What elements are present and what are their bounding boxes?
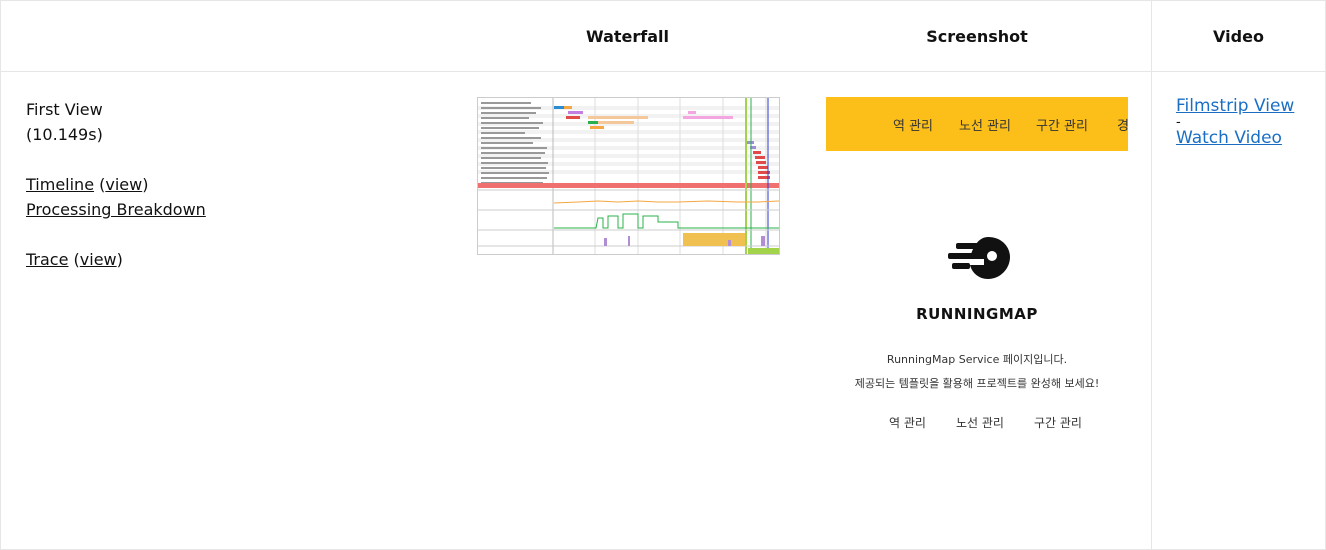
- video-cell: Filmstrip View - Watch Video: [1176, 97, 1294, 148]
- screenshot-nav-item: 노선 관리: [959, 119, 1011, 134]
- processing-breakdown-link[interactable]: Processing Breakdown: [26, 200, 206, 219]
- timeline-view-link[interactable]: view: [105, 175, 142, 194]
- run-label: First View: [26, 100, 103, 119]
- trace-link[interactable]: Trace: [26, 250, 68, 269]
- screenshot-nav-bar: 역 관리 노선 관리 구간 관리 경: [826, 97, 1128, 151]
- waterfall-thumbnail[interactable]: [477, 97, 780, 255]
- run-load-time: (10.149s): [26, 125, 103, 144]
- video-column-header: Video: [1213, 27, 1264, 46]
- run-info-cell: First View (10.149s) Timeline (view) Pro…: [26, 97, 206, 272]
- timeline-link[interactable]: Timeline: [26, 175, 94, 194]
- runningmap-logo-icon: [948, 237, 1010, 279]
- results-table: Waterfall Screenshot Video First View (1…: [0, 0, 1326, 550]
- screenshot-logo-text: RUNNINGMAP: [916, 305, 1038, 323]
- trace-view-link[interactable]: view: [80, 250, 117, 269]
- trace-line: Trace (view): [26, 250, 123, 269]
- screenshot-link: 노선 관리: [956, 416, 1004, 430]
- screenshot-nav-item: 역 관리: [893, 119, 934, 134]
- screenshot-link: 역 관리: [889, 416, 926, 430]
- table-header-row: Waterfall Screenshot Video: [1, 1, 1325, 72]
- processing-line: Processing Breakdown: [26, 197, 206, 222]
- page-screenshot[interactable]: 역 관리 노선 관리 구간 관리 경 RUNNINGMAP RunningMap…: [826, 97, 1128, 509]
- screenshot-description: 제공되는 템플릿을 활용해 프로젝트를 완성해 보세요!: [854, 377, 1100, 390]
- waterfall-chart-image: [478, 98, 779, 254]
- timeline-line: Timeline (view): [26, 175, 149, 194]
- screenshot-column-header: Screenshot: [926, 27, 1028, 46]
- screenshot-nav-item: 구간 관리: [1036, 119, 1088, 134]
- screenshot-nav-item: 경: [1117, 119, 1128, 134]
- waterfall-column-header: Waterfall: [586, 27, 669, 46]
- screenshot-description: RunningMap Service 페이지입니다.: [886, 353, 1068, 366]
- screenshot-link: 구간 관리: [1034, 416, 1082, 430]
- column-divider: [1151, 1, 1152, 549]
- watch-video-link[interactable]: Watch Video: [1176, 129, 1294, 148]
- filmstrip-view-link[interactable]: Filmstrip View: [1176, 97, 1294, 116]
